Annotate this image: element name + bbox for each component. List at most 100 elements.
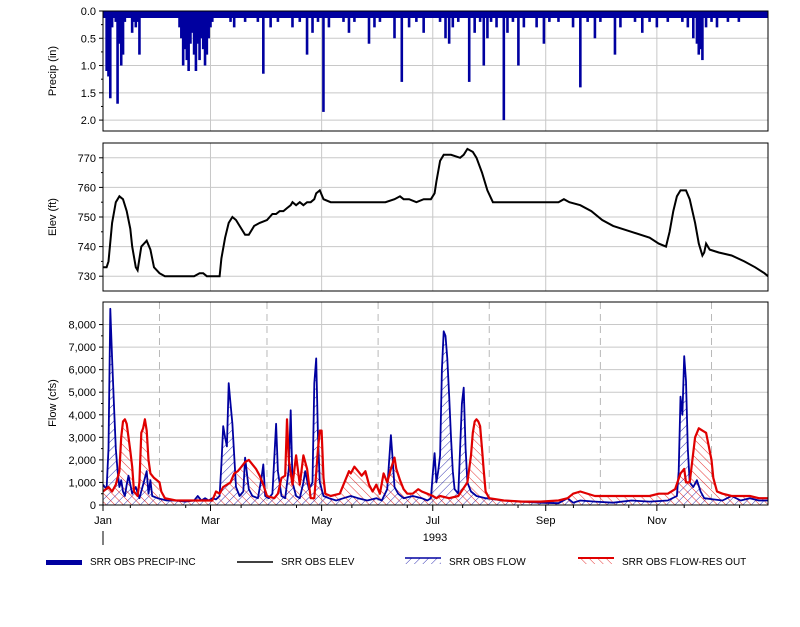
precip-bar (737, 11, 741, 22)
precip-bar (692, 11, 695, 39)
precip-bar (721, 11, 724, 17)
precip-bar (138, 11, 141, 55)
hydrograph-chart: 0.0 0.5 1.0 1.5 2.0 Precip (in) 730 740 750 760… (47, 6, 769, 545)
precip-bar (393, 11, 396, 39)
precip-bar (640, 11, 644, 33)
elevation-grid (103, 143, 768, 291)
precip-bar (648, 11, 651, 22)
y-tick-label: 740 (78, 242, 96, 254)
y-tick-label: 0.0 (81, 6, 96, 18)
x-axis: Jan Mar May Jul Sep Nov (94, 505, 741, 527)
legend-item-resout: SRR OBS FLOW-RES OUT (578, 550, 746, 574)
x-axis-year-label: 1993 (423, 532, 447, 544)
legend-item-elev: SRR OBS ELEV (237, 550, 354, 574)
precip-bar (673, 11, 677, 17)
precip-bar (212, 11, 216, 17)
precip-bar (243, 11, 247, 22)
precip-bar (456, 11, 460, 22)
precip-bar (462, 11, 466, 17)
precip-bar (438, 11, 442, 22)
precip-bar (327, 11, 331, 28)
precip-bar (564, 11, 568, 17)
precip-bar (502, 11, 506, 121)
flow-ticks: 0 1,000 2,000 3,000 4,000 5,000 6,000 7,000 8,00… (68, 320, 103, 512)
precip-bar (478, 11, 482, 22)
precip-bar (619, 11, 622, 28)
precip-bar (506, 11, 509, 33)
elevation-series-line (103, 147, 768, 278)
y-tick-label: 750 (78, 212, 96, 224)
precip-bar (743, 11, 746, 17)
precip-bar (467, 11, 471, 82)
precip-bar (333, 11, 336, 17)
precip-bar (511, 11, 515, 22)
flow-y-axis-label: Flow (cfs) (47, 379, 59, 427)
x-tick-label: May (311, 515, 332, 527)
y-tick-label: 5,000 (68, 387, 96, 399)
precip-bar (125, 11, 128, 17)
precip-bar (548, 11, 551, 22)
precip-bar (385, 11, 389, 17)
precip-bar (232, 11, 236, 28)
precip-bar (141, 11, 145, 17)
precip-bar (447, 11, 451, 44)
y-tick-label: 760 (78, 182, 96, 194)
y-tick-label: 0.5 (81, 33, 96, 45)
y-tick-label: 2.0 (81, 115, 96, 127)
precip-bar (316, 11, 320, 22)
precip-bar (626, 11, 630, 17)
precip-ticks: 0.0 0.5 1.0 1.5 2.0 (81, 6, 103, 127)
legend-label-elev: SRR OBS ELEV (281, 556, 355, 568)
legend-swatch-elev (237, 561, 273, 563)
precip-bar (298, 11, 302, 22)
precip-bar (422, 11, 425, 33)
precip-bar (378, 11, 382, 22)
legend-swatch-resout (578, 557, 614, 564)
elevation-line (103, 147, 768, 278)
precip-bar (522, 11, 526, 28)
x-tick-label: Jan (94, 515, 112, 527)
precip-bar (498, 11, 502, 17)
precip-bar (229, 11, 232, 22)
precip-bar (701, 11, 704, 61)
legend: SRR OBS PRECIP-INC SRR OBS ELEV SRR OBS … (0, 550, 800, 580)
precip-bar (666, 11, 670, 22)
y-tick-label: 6,000 (68, 365, 96, 377)
precip-bar (256, 11, 260, 22)
precip-bar (415, 11, 418, 22)
precip-panel: 0.0 0.5 1.0 1.5 2.0 Precip (in) (47, 6, 769, 132)
precip-bar (373, 11, 376, 28)
x-tick-label: Jul (426, 515, 440, 527)
precip-bar (429, 11, 433, 17)
precip-bar (686, 11, 690, 28)
y-tick-label: 1.0 (81, 61, 96, 73)
precip-bar (704, 11, 708, 28)
precip-bar (633, 11, 637, 22)
flow-series-line (103, 307, 768, 505)
legend-item-precip: SRR OBS PRECIP-INC (46, 550, 196, 574)
y-tick-label: 0 (90, 500, 96, 512)
precip-bar (283, 11, 287, 17)
precip-bar (444, 11, 447, 39)
precip-bar (495, 11, 498, 28)
y-tick-label: 730 (78, 271, 96, 283)
precip-bar (599, 11, 602, 22)
precip-bar (681, 11, 684, 22)
precip-bar (593, 11, 597, 39)
precip-y-axis-label: Precip (in) (47, 46, 59, 96)
precip-bar (517, 11, 520, 66)
precip-bar (400, 11, 404, 82)
precip-bar (750, 11, 753, 17)
precip-bar (557, 11, 560, 22)
precip-bar (486, 11, 489, 39)
precip-bar (353, 11, 356, 22)
precip-bar (322, 11, 325, 112)
flow-series (103, 307, 768, 505)
flow-panel: 0 1,000 2,000 3,000 4,000 5,000 6,000 7,000 8,00… (47, 301, 769, 512)
y-tick-label: 3,000 (68, 432, 96, 444)
y-tick-label: 2,000 (68, 455, 96, 467)
precip-bar (360, 11, 364, 17)
x-tick-label: Nov (647, 515, 667, 527)
precip-bar (613, 11, 617, 55)
precip-bar (174, 11, 178, 17)
